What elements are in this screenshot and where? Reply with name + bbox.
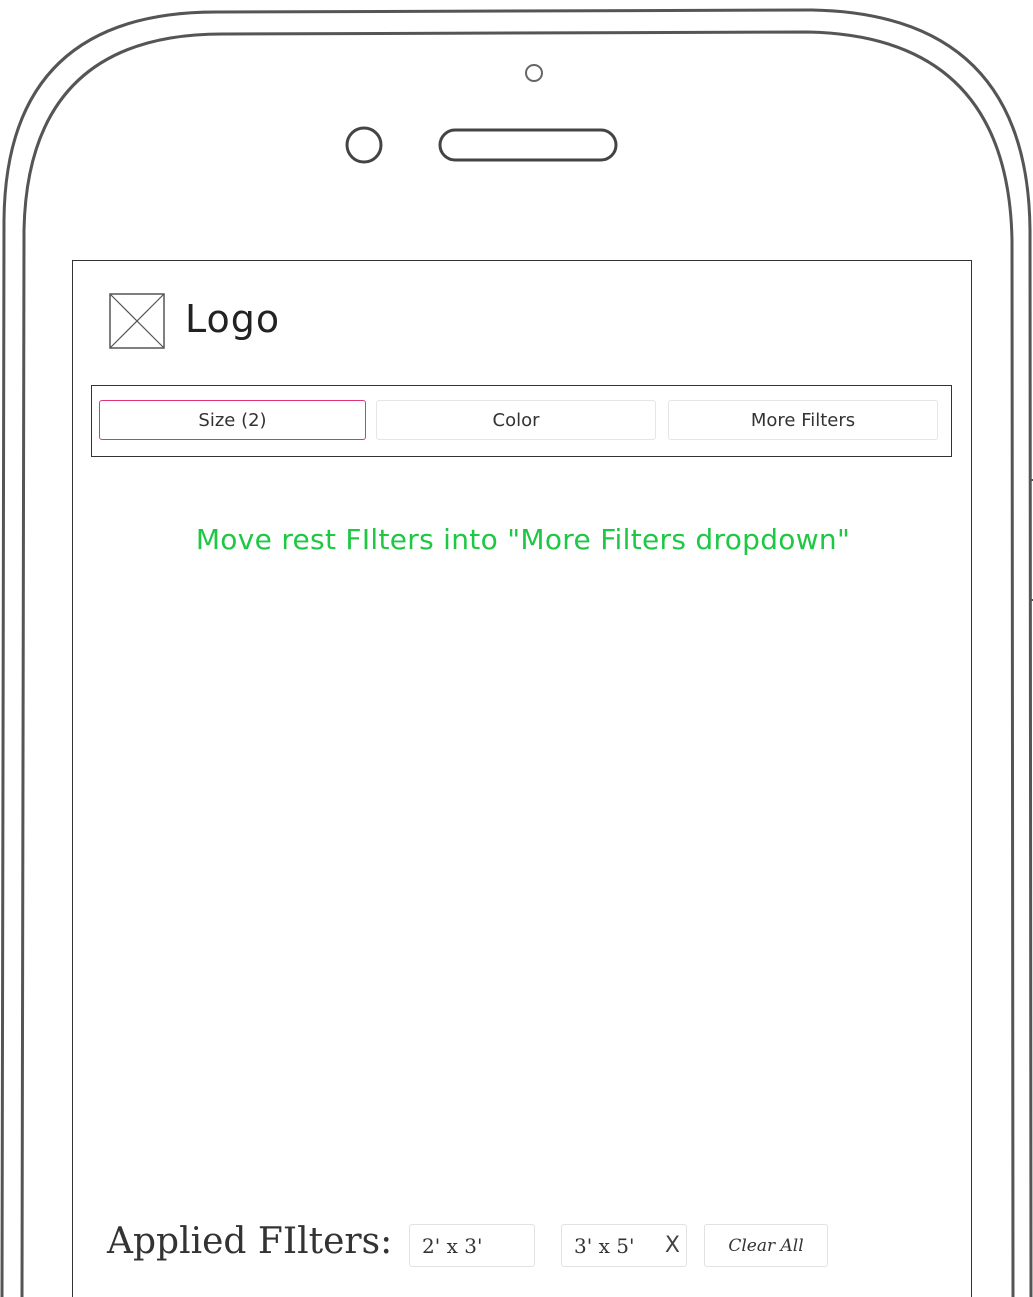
front-camera-icon: [345, 126, 383, 164]
tab-size[interactable]: Size (2): [99, 400, 366, 440]
applied-filters-label: Applied FIlters:: [107, 1221, 393, 1262]
chip-label: 2' x 3': [422, 1233, 483, 1258]
applied-filter-chip[interactable]: 3' x 5' X: [561, 1224, 687, 1267]
close-icon[interactable]: X: [665, 1233, 680, 1258]
speaker-grille-icon: [438, 128, 618, 162]
chip-label: 3' x 5': [574, 1233, 635, 1258]
phone-screen: Logo Size (2) Color More Filters Move re…: [72, 260, 972, 1297]
annotation-note: Move rest FIlters into "More Filters dro…: [195, 523, 851, 556]
device-frame: Logo Size (2) Color More Filters Move re…: [0, 0, 1033, 1297]
applied-filter-chip[interactable]: 2' x 3': [409, 1224, 535, 1267]
tab-color[interactable]: Color: [376, 400, 656, 440]
clear-all-button[interactable]: Clear All: [704, 1224, 828, 1267]
image-placeholder-icon: [109, 293, 165, 349]
tab-more-filters[interactable]: More Filters: [668, 400, 938, 440]
logo-label: Logo: [185, 297, 281, 341]
camera-dot-icon: [525, 64, 543, 82]
filter-bar: Size (2) Color More Filters: [91, 385, 952, 457]
